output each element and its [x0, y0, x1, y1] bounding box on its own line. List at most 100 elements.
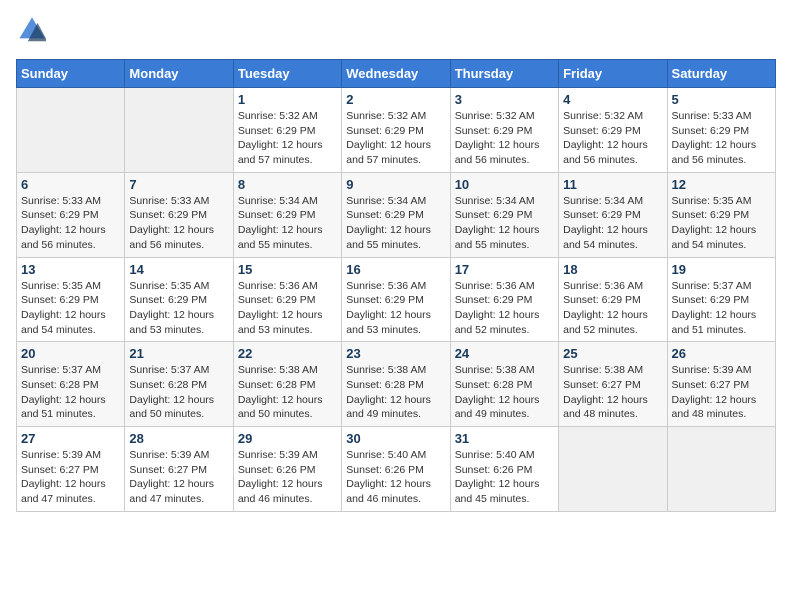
day-info: Sunrise: 5:39 AM Sunset: 6:27 PM Dayligh…: [129, 448, 228, 507]
day-info: Sunrise: 5:37 AM Sunset: 6:29 PM Dayligh…: [672, 279, 771, 338]
header-friday: Friday: [559, 60, 667, 88]
day-number: 23: [346, 346, 445, 361]
calendar-cell: 14 Sunrise: 5:35 AM Sunset: 6:29 PM Dayli…: [125, 257, 233, 342]
header-tuesday: Tuesday: [233, 60, 341, 88]
logo: [16, 16, 46, 49]
day-number: 4: [563, 92, 662, 107]
day-info: Sunrise: 5:40 AM Sunset: 6:26 PM Dayligh…: [346, 448, 445, 507]
day-info: Sunrise: 5:36 AM Sunset: 6:29 PM Dayligh…: [563, 279, 662, 338]
calendar-cell: 3Sunrise: 5:32 AM Sunset: 6:29 PM Daylig…: [450, 88, 558, 173]
calendar-cell: 16 Sunrise: 5:36 AM Sunset: 6:29 PM Dayli…: [342, 257, 450, 342]
day-number: 15: [238, 262, 337, 277]
day-number: 3: [455, 92, 554, 107]
day-number: 18: [563, 262, 662, 277]
day-number: 12: [672, 177, 771, 192]
day-number: 21: [129, 346, 228, 361]
calendar-cell: 8 Sunrise: 5:34 AM Sunset: 6:29 PM Daylig…: [233, 172, 341, 257]
day-number: 1: [238, 92, 337, 107]
day-info: Sunrise: 5:34 AM Sunset: 6:29 PM Dayligh…: [563, 194, 662, 253]
calendar-cell: 25Sunrise: 5:38 AM Sunset: 6:27 PM Dayli…: [559, 342, 667, 427]
calendar-cell: 10 Sunrise: 5:34 AM Sunset: 6:29 PM Dayli…: [450, 172, 558, 257]
day-number: 5: [672, 92, 771, 107]
day-number: 26: [672, 346, 771, 361]
calendar-cell: [125, 88, 233, 173]
day-number: 7: [129, 177, 228, 192]
calendar-cell: 30 Sunrise: 5:40 AM Sunset: 6:26 PM Dayli…: [342, 427, 450, 512]
day-info: Sunrise: 5:32 AM Sunset: 6:29 PM Dayligh…: [346, 109, 445, 168]
day-info: Sunrise: 5:39 AM Sunset: 6:27 PM Dayligh…: [672, 363, 771, 422]
day-info: Sunrise: 5:35 AM Sunset: 6:29 PM Dayligh…: [672, 194, 771, 253]
day-number: 22: [238, 346, 337, 361]
day-info: Sunrise: 5:37 AM Sunset: 6:28 PM Dayligh…: [21, 363, 120, 422]
calendar-week-row: 20 Sunrise: 5:37 AM Sunset: 6:28 PM Dayli…: [17, 342, 776, 427]
day-number: 20: [21, 346, 120, 361]
day-number: 31: [455, 431, 554, 446]
calendar-cell: 23 Sunrise: 5:38 AM Sunset: 6:28 PM Dayli…: [342, 342, 450, 427]
header-thursday: Thursday: [450, 60, 558, 88]
day-number: 17: [455, 262, 554, 277]
day-number: 27: [21, 431, 120, 446]
day-info: Sunrise: 5:34 AM Sunset: 6:29 PM Dayligh…: [238, 194, 337, 253]
header-monday: Monday: [125, 60, 233, 88]
day-info: Sunrise: 5:36 AM Sunset: 6:29 PM Dayligh…: [238, 279, 337, 338]
day-number: 14: [129, 262, 228, 277]
day-info: Sunrise: 5:32 AM Sunset: 6:29 PM Dayligh…: [238, 109, 337, 168]
calendar-table: SundayMondayTuesdayWednesdayThursdayFrid…: [16, 59, 776, 512]
calendar-cell: 15 Sunrise: 5:36 AM Sunset: 6:29 PM Dayli…: [233, 257, 341, 342]
calendar-cell: [667, 427, 775, 512]
header-saturday: Saturday: [667, 60, 775, 88]
day-number: 16: [346, 262, 445, 277]
day-number: 30: [346, 431, 445, 446]
calendar-cell: 9 Sunrise: 5:34 AM Sunset: 6:29 PM Daylig…: [342, 172, 450, 257]
calendar-cell: 31 Sunrise: 5:40 AM Sunset: 6:26 PM Dayli…: [450, 427, 558, 512]
day-info: Sunrise: 5:38 AM Sunset: 6:28 PM Dayligh…: [346, 363, 445, 422]
calendar-cell: 7 Sunrise: 5:33 AM Sunset: 6:29 PM Daylig…: [125, 172, 233, 257]
calendar-week-row: 6Sunrise: 5:33 AM Sunset: 6:29 PM Daylig…: [17, 172, 776, 257]
calendar-cell: 26 Sunrise: 5:39 AM Sunset: 6:27 PM Dayli…: [667, 342, 775, 427]
page-header: [16, 16, 776, 49]
day-info: Sunrise: 5:40 AM Sunset: 6:26 PM Dayligh…: [455, 448, 554, 507]
day-number: 9: [346, 177, 445, 192]
calendar-cell: [559, 427, 667, 512]
day-info: Sunrise: 5:35 AM Sunset: 6:29 PM Dayligh…: [129, 279, 228, 338]
day-info: Sunrise: 5:37 AM Sunset: 6:28 PM Dayligh…: [129, 363, 228, 422]
calendar-cell: 17Sunrise: 5:36 AM Sunset: 6:29 PM Dayli…: [450, 257, 558, 342]
day-number: 8: [238, 177, 337, 192]
calendar-cell: 21 Sunrise: 5:37 AM Sunset: 6:28 PM Dayli…: [125, 342, 233, 427]
header-sunday: Sunday: [17, 60, 125, 88]
calendar-cell: 24Sunrise: 5:38 AM Sunset: 6:28 PM Dayli…: [450, 342, 558, 427]
calendar-cell: [17, 88, 125, 173]
header-wednesday: Wednesday: [342, 60, 450, 88]
calendar-cell: 20 Sunrise: 5:37 AM Sunset: 6:28 PM Dayli…: [17, 342, 125, 427]
calendar-cell: 29 Sunrise: 5:39 AM Sunset: 6:26 PM Dayli…: [233, 427, 341, 512]
calendar-cell: 22 Sunrise: 5:38 AM Sunset: 6:28 PM Dayli…: [233, 342, 341, 427]
day-info: Sunrise: 5:36 AM Sunset: 6:29 PM Dayligh…: [346, 279, 445, 338]
calendar-cell: 2 Sunrise: 5:32 AM Sunset: 6:29 PM Daylig…: [342, 88, 450, 173]
calendar-cell: 18 Sunrise: 5:36 AM Sunset: 6:29 PM Dayli…: [559, 257, 667, 342]
calendar-week-row: 13Sunrise: 5:35 AM Sunset: 6:29 PM Dayli…: [17, 257, 776, 342]
day-info: Sunrise: 5:34 AM Sunset: 6:29 PM Dayligh…: [346, 194, 445, 253]
day-number: 11: [563, 177, 662, 192]
day-number: 29: [238, 431, 337, 446]
day-info: Sunrise: 5:38 AM Sunset: 6:27 PM Dayligh…: [563, 363, 662, 422]
logo-icon: [18, 16, 46, 44]
calendar-cell: 5Sunrise: 5:33 AM Sunset: 6:29 PM Daylig…: [667, 88, 775, 173]
calendar-cell: 6Sunrise: 5:33 AM Sunset: 6:29 PM Daylig…: [17, 172, 125, 257]
day-info: Sunrise: 5:39 AM Sunset: 6:27 PM Dayligh…: [21, 448, 120, 507]
calendar-cell: 13Sunrise: 5:35 AM Sunset: 6:29 PM Dayli…: [17, 257, 125, 342]
calendar-cell: 19Sunrise: 5:37 AM Sunset: 6:29 PM Dayli…: [667, 257, 775, 342]
day-info: Sunrise: 5:33 AM Sunset: 6:29 PM Dayligh…: [129, 194, 228, 253]
day-info: Sunrise: 5:39 AM Sunset: 6:26 PM Dayligh…: [238, 448, 337, 507]
calendar-cell: 11 Sunrise: 5:34 AM Sunset: 6:29 PM Dayli…: [559, 172, 667, 257]
day-info: Sunrise: 5:35 AM Sunset: 6:29 PM Dayligh…: [21, 279, 120, 338]
day-info: Sunrise: 5:38 AM Sunset: 6:28 PM Dayligh…: [455, 363, 554, 422]
calendar-cell: 1 Sunrise: 5:32 AM Sunset: 6:29 PM Daylig…: [233, 88, 341, 173]
day-info: Sunrise: 5:34 AM Sunset: 6:29 PM Dayligh…: [455, 194, 554, 253]
calendar-cell: 4Sunrise: 5:32 AM Sunset: 6:29 PM Daylig…: [559, 88, 667, 173]
calendar-week-row: 27 Sunrise: 5:39 AM Sunset: 6:27 PM Dayli…: [17, 427, 776, 512]
day-number: 2: [346, 92, 445, 107]
day-number: 28: [129, 431, 228, 446]
calendar-week-row: 1 Sunrise: 5:32 AM Sunset: 6:29 PM Daylig…: [17, 88, 776, 173]
day-info: Sunrise: 5:38 AM Sunset: 6:28 PM Dayligh…: [238, 363, 337, 422]
day-number: 10: [455, 177, 554, 192]
